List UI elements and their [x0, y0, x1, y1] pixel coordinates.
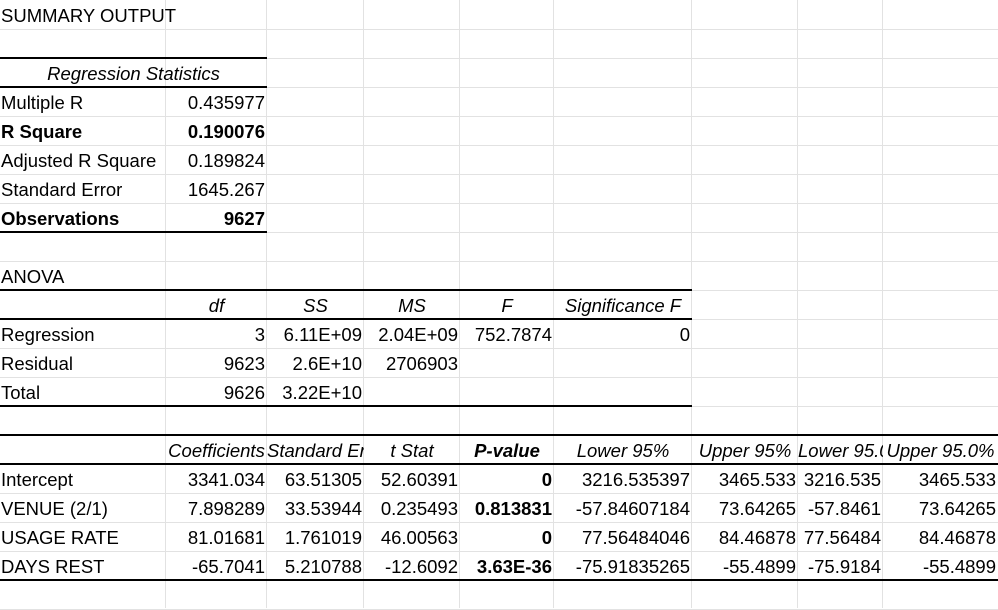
anova-value[interactable] — [554, 378, 692, 407]
anova-value[interactable]: 3 — [166, 320, 267, 349]
coefficient-value[interactable]: 73.64265 — [692, 494, 798, 523]
coefficient-column-header[interactable]: Coefficients — [166, 436, 267, 465]
regression-statistics-header[interactable]: Regression Statistics — [0, 59, 267, 88]
stat-label[interactable]: Multiple R — [0, 88, 166, 117]
coefficient-value[interactable]: 33.53944 — [267, 494, 364, 523]
coefficient-value[interactable]: 84.46878 — [692, 523, 798, 552]
coefficient-value[interactable]: 0 — [460, 465, 554, 494]
coefficient-value[interactable]: 73.64265 — [883, 494, 998, 523]
anova-row-label[interactable]: Total — [0, 378, 166, 407]
anova-value[interactable]: 752.7874 — [460, 320, 554, 349]
coefficient-column-header[interactable]: P-value — [460, 436, 554, 465]
anova-column-header[interactable]: MS — [364, 291, 460, 320]
coefficient-column-header[interactable]: Lower 95% — [554, 436, 692, 465]
anova-value[interactable]: 6.11E+09 — [267, 320, 364, 349]
coefficient-value[interactable]: 3.63E-36 — [460, 552, 554, 581]
stat-label[interactable]: Standard Error — [0, 175, 166, 204]
spreadsheet-grid: SUMMARY OUTPUT Regression Statistics Multi… — [0, 0, 998, 610]
anova-value[interactable]: 9626 — [166, 378, 267, 407]
anova-value[interactable]: 3.22E+10 — [267, 378, 364, 407]
coefficient-column-header[interactable]: t Stat — [364, 436, 460, 465]
coefficient-value[interactable]: 5.210788 — [267, 552, 364, 581]
coefficient-value[interactable]: 3216.535397 — [554, 465, 692, 494]
coefficient-value[interactable]: -55.4899 — [692, 552, 798, 581]
table-border — [0, 57, 267, 59]
table-border — [0, 579, 998, 581]
coefficient-value[interactable]: 77.56484046 — [554, 523, 692, 552]
coefficient-value[interactable]: -12.6092 — [364, 552, 460, 581]
anova-column-header[interactable]: df — [166, 291, 267, 320]
coefficient-value[interactable]: 3341.034 — [166, 465, 267, 494]
coefficient-value[interactable]: 3216.535 — [798, 465, 883, 494]
coefficient-value[interactable]: 52.60391 — [364, 465, 460, 494]
coefficient-value[interactable]: 77.56484 — [798, 523, 883, 552]
anova-value[interactable]: 0 — [554, 320, 692, 349]
anova-value[interactable] — [460, 349, 554, 378]
coefficient-value[interactable]: -55.4899 — [883, 552, 998, 581]
stat-label[interactable]: R Square — [0, 117, 166, 146]
coefficient-value[interactable]: -75.9184 — [798, 552, 883, 581]
anova-value[interactable]: 2706903 — [364, 349, 460, 378]
anova-value[interactable]: 2.04E+09 — [364, 320, 460, 349]
anova-column-header[interactable]: F — [460, 291, 554, 320]
table-border — [0, 231, 267, 233]
coefficient-value[interactable]: 81.01681 — [166, 523, 267, 552]
anova-value[interactable] — [554, 349, 692, 378]
coefficient-row-label[interactable]: DAYS REST — [0, 552, 166, 581]
coefficient-value[interactable]: 63.51305 — [267, 465, 364, 494]
coefficient-row-label[interactable]: VENUE (2/1) — [0, 494, 166, 523]
stat-label[interactable]: Adjusted R Square — [0, 146, 166, 175]
coefficient-value[interactable]: 1.761019 — [267, 523, 364, 552]
coefficient-value[interactable]: -57.8461 — [798, 494, 883, 523]
stat-value[interactable]: 0.189824 — [166, 146, 267, 175]
coefficient-column-header[interactable]: Upper 95.0% — [883, 436, 998, 465]
coefficient-column-header[interactable]: Upper 95% — [692, 436, 798, 465]
anova-value[interactable]: 9623 — [166, 349, 267, 378]
stat-value[interactable]: 0.190076 — [166, 117, 267, 146]
coefficient-value[interactable]: 84.46878 — [883, 523, 998, 552]
coefficient-column-header[interactable]: Lower 95.0% — [798, 436, 883, 465]
anova-value[interactable] — [364, 378, 460, 407]
table-border — [0, 405, 692, 407]
anova-value[interactable] — [460, 378, 554, 407]
coefficient-column-header[interactable]: Standard Error — [267, 436, 364, 465]
coefficient-value[interactable]: 0.813831 — [460, 494, 554, 523]
stat-value[interactable]: 0.435977 — [166, 88, 267, 117]
anova-row-label[interactable]: Residual — [0, 349, 166, 378]
stat-value[interactable]: 9627 — [166, 204, 267, 233]
coefficient-value[interactable]: 0.235493 — [364, 494, 460, 523]
coefficient-value[interactable]: -75.91835265 — [554, 552, 692, 581]
coefficient-value[interactable]: 3465.533 — [883, 465, 998, 494]
coefficient-value[interactable]: -65.7041 — [166, 552, 267, 581]
coefficient-value[interactable]: 3465.533 — [692, 465, 798, 494]
coefficient-value[interactable]: 0 — [460, 523, 554, 552]
stat-label[interactable]: Observations — [0, 204, 166, 233]
stat-value[interactable]: 1645.267 — [166, 175, 267, 204]
coefficient-value[interactable]: 7.898289 — [166, 494, 267, 523]
anova-column-header[interactable]: SS — [267, 291, 364, 320]
coefficient-row-label[interactable]: USAGE RATE — [0, 523, 166, 552]
coefficient-value[interactable]: -57.84607184 — [554, 494, 692, 523]
anova-column-header[interactable]: Significance F — [554, 291, 692, 320]
summary-title[interactable]: SUMMARY OUTPUT — [0, 1, 267, 30]
anova-title[interactable]: ANOVA — [0, 262, 166, 291]
coefficient-value[interactable]: 46.00563 — [364, 523, 460, 552]
coefficient-row-label[interactable]: Intercept — [0, 465, 166, 494]
anova-value[interactable]: 2.6E+10 — [267, 349, 364, 378]
anova-row-label[interactable]: Regression — [0, 320, 166, 349]
